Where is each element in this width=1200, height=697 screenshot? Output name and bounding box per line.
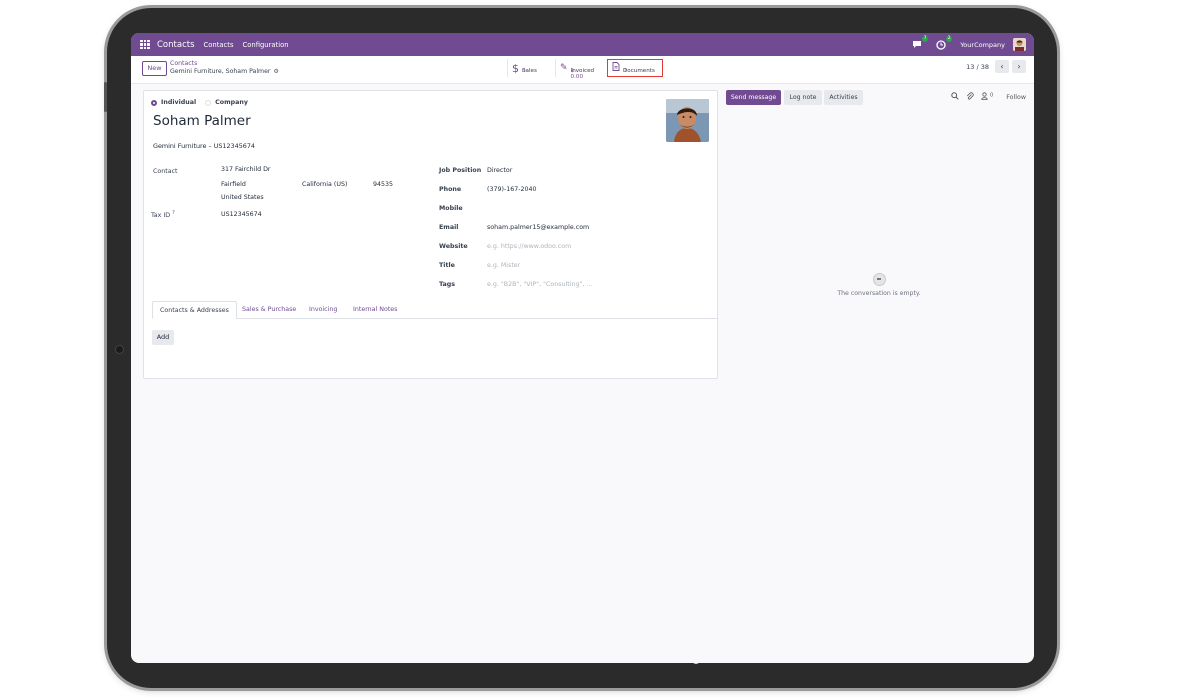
form-sheet: Individual Company Soham Palmer Gemini F… <box>143 90 718 379</box>
breadcrumb: Contacts Gemini Furniture, Soham Palmer … <box>170 60 279 76</box>
tax-id-label-wrap: Tax ID ? <box>151 210 175 219</box>
sales-value: 0 <box>522 68 526 74</box>
breadcrumb-current: Gemini Furniture, Soham Palmer <box>170 68 271 75</box>
tablet-side-button <box>104 82 107 112</box>
user-avatar[interactable] <box>1013 38 1026 51</box>
contact-address-label: Contact <box>153 168 178 175</box>
documents-smart-button[interactable]: Documents 0 <box>607 59 663 77</box>
documents-value: 0 <box>623 68 627 74</box>
tax-id-field[interactable]: US12345674 <box>221 211 262 218</box>
zip-field[interactable]: 94535 <box>373 181 393 188</box>
paperclip-icon[interactable] <box>966 92 974 102</box>
pager-counter[interactable]: 13 / 38 <box>966 63 989 71</box>
breadcrumb-current-wrap: Gemini Furniture, Soham Palmer ⚙ <box>170 68 279 76</box>
country-field[interactable]: United States <box>221 194 264 201</box>
chat-icon[interactable]: 7 <box>911 35 929 50</box>
tax-id-label: Tax ID <box>151 212 171 220</box>
empty-conversation-text: The conversation is empty. <box>837 290 921 297</box>
tags-field[interactable]: e.g. "B2B", "VIP", "Consulting", ... <box>487 281 592 288</box>
mobile-label: Mobile <box>439 205 463 212</box>
job-position-label: Job Position <box>439 167 482 174</box>
chat-badge: 7 <box>922 35 929 42</box>
contact-photo[interactable] <box>666 99 709 142</box>
street-field[interactable]: 317 Fairchild Dr <box>221 166 271 173</box>
activity-clock-icon[interactable]: 2 <box>935 35 953 50</box>
tab-sales-purchase[interactable]: Sales & Purchase <box>235 301 303 319</box>
invoiced-value: $ 0.00 <box>570 68 584 80</box>
sales-smart-button[interactable]: $ Sales 0 <box>507 59 537 77</box>
pager-previous-icon[interactable]: ‹ <box>995 60 1009 73</box>
app-screen: Contacts Contacts Configuration 7 2 Your… <box>131 33 1034 663</box>
title-field[interactable]: e.g. Mister <box>487 262 520 269</box>
followers-icon[interactable]: 0 <box>981 92 993 102</box>
chatter-empty-state: The conversation is empty. <box>724 273 1034 297</box>
menu-contacts[interactable]: Contacts <box>204 41 234 49</box>
menu-configuration[interactable]: Configuration <box>243 41 289 49</box>
tab-contacts-addresses[interactable]: Contacts & Addresses <box>152 301 237 319</box>
radio-company[interactable] <box>205 99 212 106</box>
city-field[interactable]: Fairfield <box>221 181 246 188</box>
website-label: Website <box>439 243 468 250</box>
activity-badge: 2 <box>946 35 953 42</box>
radio-individual[interactable] <box>151 99 157 106</box>
website-field[interactable]: e.g. https://www.odoo.com <box>487 243 571 250</box>
followers-count: 0 <box>990 92 994 99</box>
pager-next-icon[interactable]: › <box>1012 60 1026 73</box>
documents-label: Documents <box>623 68 655 74</box>
control-panel: New Contacts Gemini Furniture, Soham Pal… <box>131 56 1034 84</box>
follow-button[interactable]: Follow <box>1006 94 1026 101</box>
contact-name-field[interactable]: Soham Palmer <box>153 113 251 129</box>
company-field[interactable]: Gemini Furniture – US12345674 <box>153 142 255 150</box>
email-field[interactable]: soham.palmer15@example.com <box>487 224 589 231</box>
phone-label: Phone <box>439 186 462 193</box>
search-icon[interactable] <box>951 92 959 102</box>
state-field[interactable]: California (US) <box>302 181 347 188</box>
company-switcher[interactable]: YourCompany <box>960 41 1005 49</box>
job-position-field[interactable]: Director <box>487 167 512 174</box>
tags-label: Tags <box>439 281 455 288</box>
app-name[interactable]: Contacts <box>157 40 195 50</box>
add-contact-button[interactable]: Add <box>152 330 174 345</box>
title-label: Title <box>439 262 455 269</box>
phone-field[interactable]: (379)-167-2040 <box>487 186 537 193</box>
edit-invoice-icon: ✎ <box>560 63 568 73</box>
send-message-button[interactable]: Send message <box>726 90 781 105</box>
activities-button[interactable]: Activities <box>824 90 863 105</box>
notebook-tabs: Contacts & Addresses Sales & Purchase In… <box>152 301 718 319</box>
email-label: Email <box>439 224 459 231</box>
document-icon <box>612 62 620 74</box>
new-button[interactable]: New <box>142 61 167 76</box>
apps-grid-icon[interactable] <box>140 39 150 50</box>
tab-internal-notes[interactable]: Internal Notes <box>346 301 404 319</box>
chatter-topbar: Send message Log note Activities 0 Follo… <box>724 90 1034 106</box>
invoiced-smart-button[interactable]: ✎ Invoiced $ 0.00 <box>555 59 594 80</box>
pager: 13 / 38 ‹ › <box>966 60 1026 73</box>
mobile-field[interactable] <box>487 205 607 213</box>
empty-face-icon <box>872 273 886 286</box>
dollar-icon: $ <box>512 61 519 75</box>
company-type-radio: Individual Company <box>151 99 248 106</box>
radio-company-label[interactable]: Company <box>215 99 248 106</box>
breadcrumb-parent[interactable]: Contacts <box>170 60 279 68</box>
log-note-button[interactable]: Log note <box>784 90 822 105</box>
radio-individual-label[interactable]: Individual <box>161 99 196 106</box>
chatter-actions: 0 Follow <box>951 92 1026 102</box>
navbar-systray: 7 2 YourCompany <box>911 33 1026 56</box>
gear-icon[interactable]: ⚙ <box>273 68 278 76</box>
tab-invoicing[interactable]: Invoicing <box>302 301 344 319</box>
top-navbar: Contacts Contacts Configuration 7 2 Your… <box>131 33 1034 56</box>
help-tooltip-icon[interactable]: ? <box>172 210 175 216</box>
tablet-camera <box>115 345 124 354</box>
